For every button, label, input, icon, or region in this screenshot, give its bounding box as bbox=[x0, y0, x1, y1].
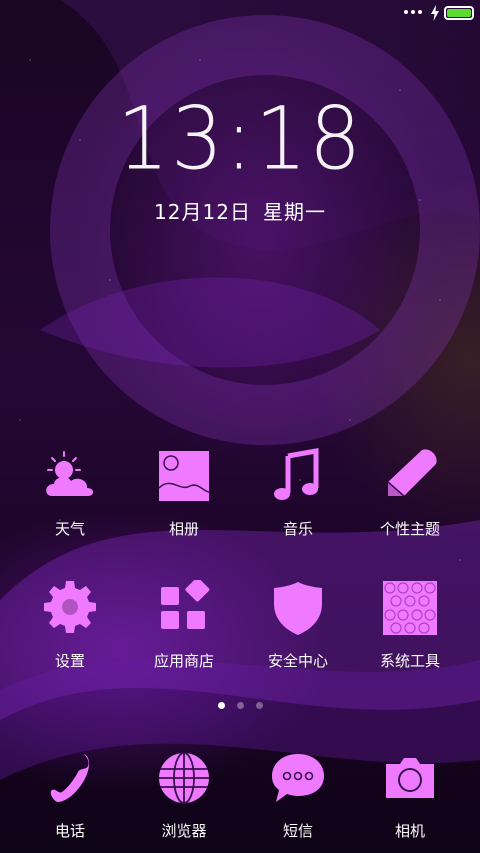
battery-icon bbox=[444, 6, 474, 20]
page-indicator[interactable] bbox=[0, 702, 480, 709]
app-gallery[interactable]: 相册 bbox=[124, 448, 244, 548]
weather-icon bbox=[46, 451, 94, 496]
gallery-icon bbox=[158, 451, 210, 501]
app-label-weather: 天气 bbox=[54, 520, 85, 538]
app-security[interactable]: 安全中心 bbox=[238, 580, 358, 680]
date-text: 12月12日 bbox=[154, 200, 251, 224]
dock-label-messages: 短信 bbox=[282, 822, 313, 840]
app-label-tools: 系统工具 bbox=[379, 652, 440, 670]
page-dot-3[interactable] bbox=[255, 702, 263, 709]
app-label-security: 安全中心 bbox=[267, 652, 328, 670]
dock-label-camera: 相机 bbox=[394, 822, 425, 840]
notification-dots-icon bbox=[404, 10, 422, 14]
page-dot-1[interactable] bbox=[217, 702, 225, 709]
date-line[interactable]: 12月12日 星期一 bbox=[0, 196, 480, 225]
dock-browser[interactable]: 浏览器 bbox=[124, 750, 244, 850]
app-label-settings: 设置 bbox=[54, 652, 85, 670]
dock-messages[interactable]: 短信 bbox=[238, 750, 358, 850]
charging-icon bbox=[431, 5, 439, 21]
app-weather[interactable]: 天气 bbox=[10, 448, 130, 548]
dock-label-browser: 浏览器 bbox=[161, 822, 207, 840]
music-icon bbox=[274, 448, 319, 500]
dock-camera[interactable]: 相机 bbox=[350, 750, 470, 850]
settings-icon bbox=[44, 581, 96, 633]
theme-icon bbox=[387, 449, 437, 497]
clock-time: 13:18 bbox=[116, 89, 364, 190]
page-dot-2[interactable] bbox=[236, 702, 244, 709]
app-label-store: 应用商店 bbox=[153, 652, 214, 670]
messages-icon bbox=[272, 754, 324, 802]
battery-fill bbox=[447, 9, 471, 17]
app-store[interactable]: 应用商店 bbox=[124, 580, 244, 680]
tools-icon bbox=[383, 581, 437, 635]
app-settings[interactable]: 设置 bbox=[10, 580, 130, 680]
app-music[interactable]: 音乐 bbox=[238, 448, 358, 548]
dock-label-phone: 电话 bbox=[54, 822, 85, 840]
camera-icon bbox=[386, 758, 434, 798]
status-bar bbox=[0, 0, 480, 28]
app-label-music: 音乐 bbox=[282, 520, 313, 538]
app-label-theme: 个性主题 bbox=[379, 520, 440, 538]
dock-phone[interactable]: 电话 bbox=[10, 750, 130, 850]
app-tools[interactable]: 系统工具 bbox=[350, 580, 470, 680]
weekday-text: 星期一 bbox=[262, 200, 326, 224]
clock[interactable]: 13:18 bbox=[0, 90, 480, 190]
app-label-gallery: 相册 bbox=[168, 520, 199, 538]
app-theme[interactable]: 个性主题 bbox=[350, 448, 470, 548]
browser-icon bbox=[159, 752, 209, 804]
security-icon bbox=[274, 582, 322, 635]
phone-icon bbox=[50, 754, 90, 802]
app-store-icon bbox=[161, 580, 210, 629]
